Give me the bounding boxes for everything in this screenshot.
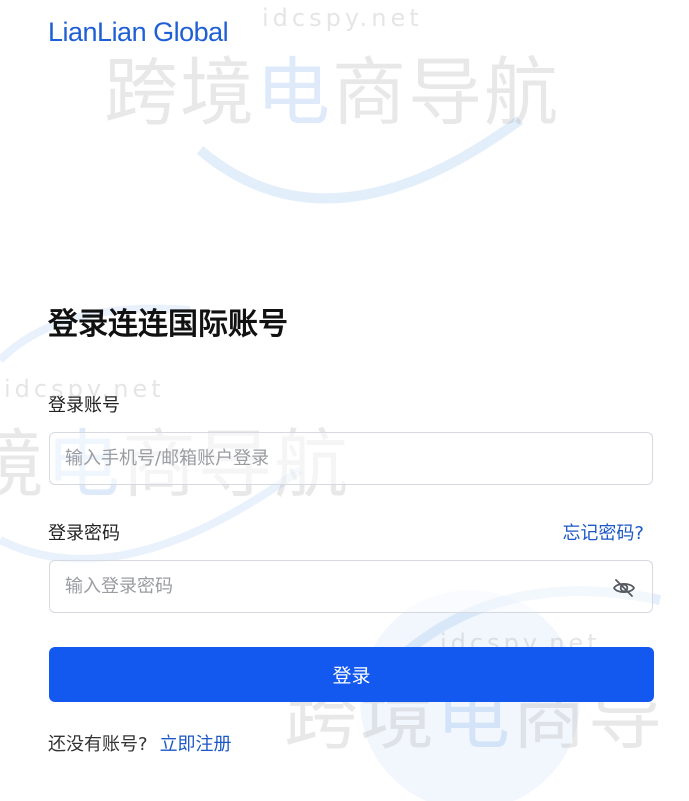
register-link[interactable]: 立即注册	[160, 734, 232, 755]
brand-logo[interactable]: LianLian Global	[48, 14, 229, 50]
page-title: 登录连连国际账号	[48, 307, 288, 342]
account-label: 登录账号	[48, 395, 120, 416]
watermark-site-text: idcspy.net	[262, 4, 423, 32]
watermark-slogan: 跨境电商导航	[104, 56, 560, 130]
password-label: 登录密码	[48, 523, 120, 544]
account-field	[49, 432, 653, 485]
watermark-slogan-accent: 电	[256, 50, 332, 136]
watermark-slogan-2-lead: 境	[0, 422, 46, 508]
account-input[interactable]	[50, 433, 652, 484]
watermark-slogan-lead: 跨境	[104, 50, 256, 136]
forgot-password-link[interactable]: 忘记密码?	[562, 522, 644, 546]
watermark-slogan-tail: 商导航	[332, 50, 560, 136]
password-field	[49, 560, 653, 613]
register-prompt: 还没有账号?	[48, 734, 148, 755]
password-input[interactable]	[50, 561, 652, 612]
login-button[interactable]: 登录	[49, 647, 654, 702]
register-row: 还没有账号? 立即注册	[48, 733, 232, 757]
eye-off-icon[interactable]	[612, 576, 636, 600]
